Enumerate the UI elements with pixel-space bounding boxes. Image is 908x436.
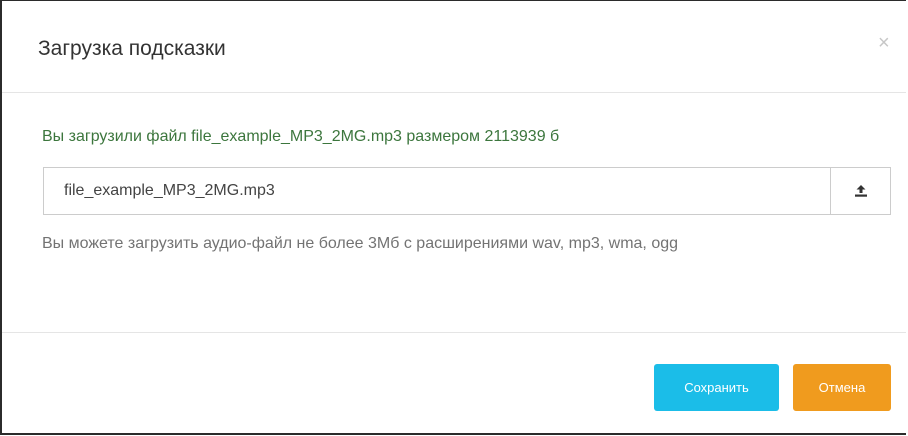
modal-footer: Сохранить Отмена — [2, 334, 906, 434]
file-name-input[interactable] — [43, 167, 831, 215]
cancel-button[interactable]: Отмена — [793, 364, 891, 411]
save-button[interactable]: Сохранить — [654, 364, 779, 411]
modal-title: Загрузка подсказки — [38, 37, 226, 60]
upload-icon — [854, 185, 867, 197]
upload-success-message: Вы загрузили файл file_example_MP3_2MG.m… — [42, 128, 560, 145]
upload-help-text: Вы можете загрузить аудио-файл не более … — [42, 235, 679, 252]
upload-button[interactable] — [830, 167, 891, 215]
file-input-group — [43, 167, 891, 215]
close-icon[interactable]: × — [878, 33, 890, 53]
modal-body: Вы загрузили файл file_example_MP3_2MG.m… — [2, 94, 906, 333]
upload-hint-dialog: Загрузка подсказки × Вы загрузили файл f… — [0, 0, 906, 435]
modal-header: Загрузка подсказки × — [2, 1, 906, 93]
